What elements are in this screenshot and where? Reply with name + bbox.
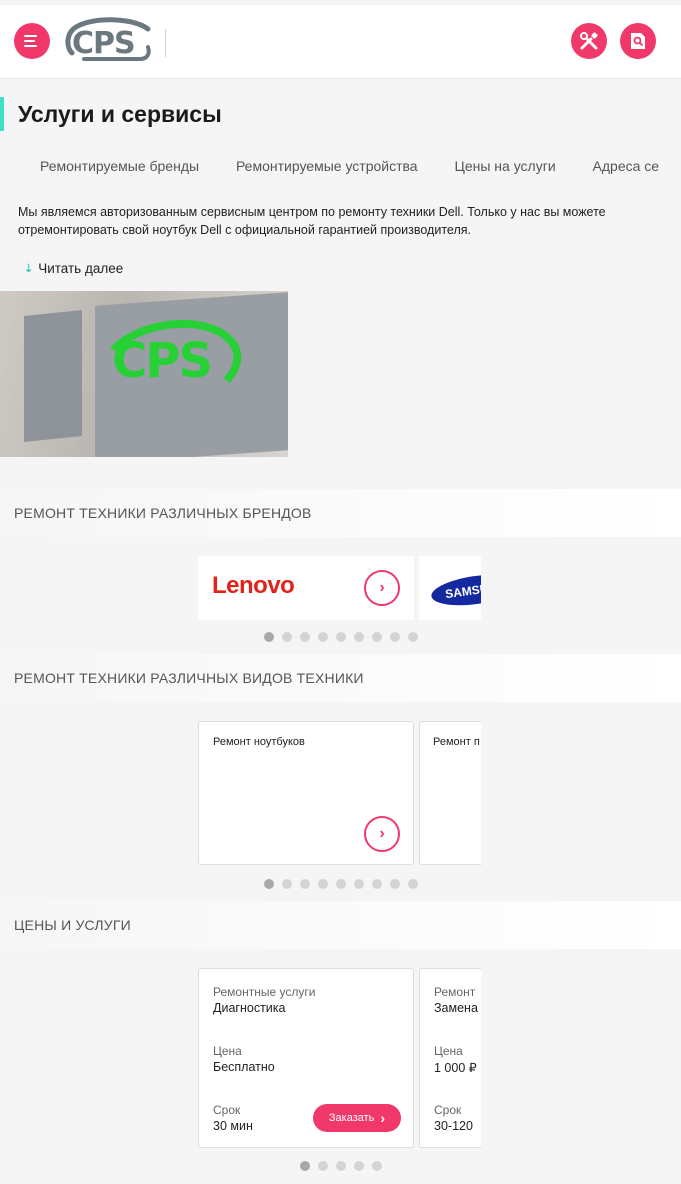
search-button[interactable] bbox=[620, 23, 656, 59]
carousel-dot[interactable] bbox=[354, 1161, 364, 1171]
carousel-dot[interactable] bbox=[264, 632, 274, 642]
type-card-label: Ремонт п bbox=[433, 736, 480, 748]
carousel-dot[interactable] bbox=[336, 1161, 346, 1171]
term-label: Срок bbox=[213, 1103, 241, 1117]
carousel-dot[interactable] bbox=[318, 879, 328, 889]
service-label: Ремонт bbox=[434, 985, 476, 999]
carousel-dot[interactable] bbox=[390, 632, 400, 642]
price-label: Цена bbox=[434, 1044, 463, 1058]
lenovo-logo: Lenovo bbox=[212, 572, 295, 599]
cps-logo[interactable]: CPS bbox=[62, 17, 154, 65]
carousel-dot[interactable] bbox=[372, 632, 382, 642]
read-more-link[interactable]: ⇣ Читать далее bbox=[24, 261, 123, 276]
prices-section-title: ЦЕНЫ И УСЛУГИ bbox=[14, 917, 131, 933]
prices-section-header: ЦЕНЫ И УСЛУГИ bbox=[0, 901, 681, 949]
samsung-logo: SAMSUNG bbox=[429, 569, 481, 611]
brands-section-title: РЕМОНТ ТЕХНИКИ РАЗЛИЧНЫХ БРЕНДОВ bbox=[14, 505, 312, 521]
term-label: Срок bbox=[434, 1103, 462, 1117]
hamburger-icon bbox=[24, 35, 37, 47]
brands-section-header: РЕМОНТ ТЕХНИКИ РАЗЛИЧНЫХ БРЕНДОВ bbox=[0, 489, 681, 537]
term-value: 30 мин bbox=[213, 1119, 253, 1133]
carousel-dot[interactable] bbox=[354, 632, 364, 642]
tab-devices[interactable]: Ремонтируемые устройства bbox=[236, 158, 418, 174]
chevron-down-icon: ⇣ bbox=[24, 263, 34, 275]
brands-carousel-dots bbox=[264, 632, 418, 642]
carousel-dot[interactable] bbox=[300, 879, 310, 889]
carousel-dot[interactable] bbox=[408, 632, 418, 642]
types-section-header: РЕМОНТ ТЕХНИКИ РАЗЛИЧНЫХ ВИДОВ ТЕХНИКИ bbox=[0, 654, 681, 702]
price-value: Бесплатно bbox=[213, 1060, 275, 1074]
service-value: Замена bbox=[434, 1001, 478, 1015]
price-card-diagnostics: Ремонтные услуги Диагностика Цена Беспла… bbox=[198, 968, 414, 1148]
carousel-dot[interactable] bbox=[336, 632, 346, 642]
type-card-label: Ремонт ноутбуков bbox=[213, 736, 305, 748]
carousel-dot[interactable] bbox=[264, 879, 274, 889]
sign-logo-text: CPS bbox=[112, 333, 213, 389]
carousel-dot[interactable] bbox=[300, 1161, 310, 1171]
menu-button[interactable] bbox=[14, 23, 50, 59]
carousel-dot[interactable] bbox=[282, 879, 292, 889]
price-card-replacement: Ремонт Замена Цена 1 000 ₽ Срок 30-120 bbox=[419, 968, 481, 1148]
carousel-dot[interactable] bbox=[336, 879, 346, 889]
chevron-right-icon[interactable]: › bbox=[364, 570, 400, 606]
order-button[interactable]: Заказать › bbox=[313, 1104, 401, 1132]
site-header: CPS bbox=[0, 5, 681, 79]
brand-card-samsung[interactable]: SAMSUNG bbox=[419, 556, 481, 620]
title-accent-bar bbox=[0, 97, 4, 131]
chevron-right-icon[interactable]: › bbox=[364, 816, 400, 852]
search-icon bbox=[631, 33, 645, 49]
service-label: Ремонтные услуги bbox=[213, 985, 316, 999]
header-divider bbox=[165, 29, 166, 57]
tools-icon bbox=[580, 32, 598, 50]
prices-carousel-dots bbox=[300, 1161, 382, 1171]
page-title-block: Услуги и сервисы bbox=[0, 95, 681, 133]
repair-tools-button[interactable] bbox=[571, 23, 607, 59]
intro-text: Мы являемся авторизованным сервисным цен… bbox=[18, 205, 606, 237]
carousel-dot[interactable] bbox=[372, 1161, 382, 1171]
carousel-dot[interactable] bbox=[318, 632, 328, 642]
carousel-dot[interactable] bbox=[318, 1161, 328, 1171]
carousel-dot[interactable] bbox=[354, 879, 364, 889]
logo-text: CPS bbox=[72, 26, 135, 61]
brand-card-lenovo[interactable]: Lenovo › bbox=[198, 556, 414, 620]
type-card-next[interactable]: Ремонт п bbox=[419, 721, 481, 865]
order-button-label: Заказать bbox=[328, 1112, 375, 1124]
page-title: Услуги и сервисы bbox=[18, 101, 222, 127]
carousel-dot[interactable] bbox=[300, 632, 310, 642]
carousel-dot[interactable] bbox=[372, 879, 382, 889]
service-value: Диагностика bbox=[213, 1001, 286, 1015]
carousel-dot[interactable] bbox=[282, 632, 292, 642]
types-carousel-dots bbox=[264, 879, 418, 889]
tab-prices[interactable]: Цены на услуги bbox=[454, 158, 555, 174]
read-more-label: Читать далее bbox=[38, 261, 124, 276]
type-card-laptops[interactable]: Ремонт ноутбуков › bbox=[198, 721, 414, 865]
sign-plate-small bbox=[24, 309, 82, 443]
term-value: 30-120 bbox=[434, 1119, 473, 1133]
carousel-dot[interactable] bbox=[390, 879, 400, 889]
carousel-dot[interactable] bbox=[408, 879, 418, 889]
chevron-right-icon: › bbox=[380, 1110, 386, 1126]
office-sign-photo: CPS bbox=[0, 291, 288, 457]
tab-addresses[interactable]: Адреса се bbox=[593, 158, 660, 174]
price-label: Цена bbox=[213, 1044, 242, 1058]
tab-brands[interactable]: Ремонтируемые бренды bbox=[40, 158, 199, 174]
section-tabs: Ремонтируемые бренды Ремонтируемые устро… bbox=[40, 158, 681, 174]
price-value: 1 000 ₽ bbox=[434, 1061, 477, 1075]
types-section-title: РЕМОНТ ТЕХНИКИ РАЗЛИЧНЫХ ВИДОВ ТЕХНИКИ bbox=[14, 670, 364, 686]
